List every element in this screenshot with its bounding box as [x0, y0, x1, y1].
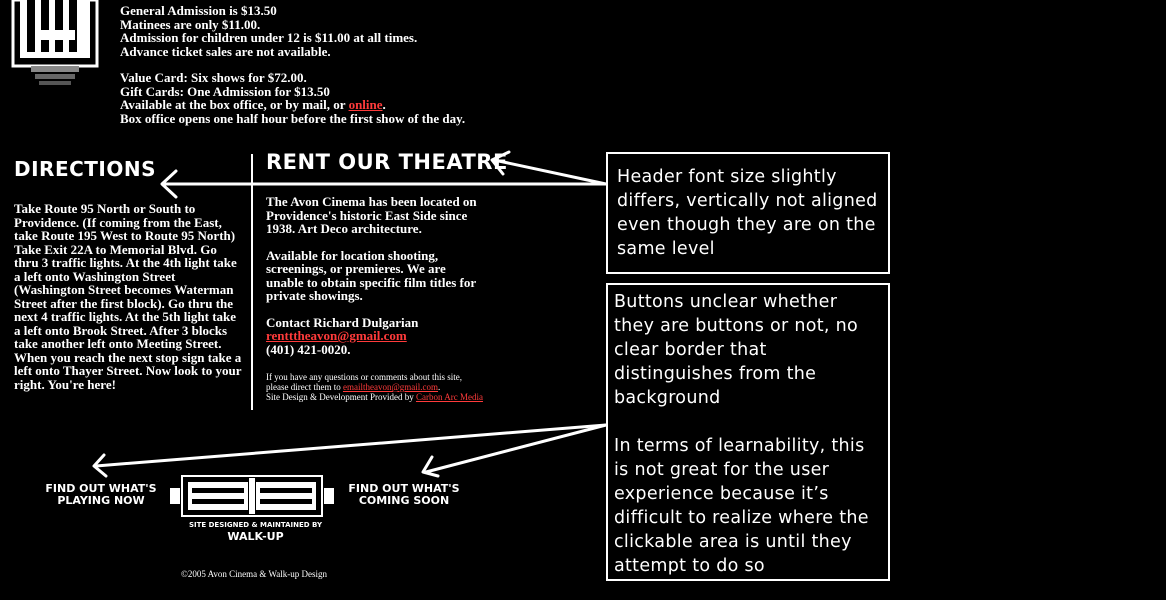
annotation-note-buttons: Buttons unclear whether they are buttons…: [606, 283, 890, 581]
annotation-note-headers: Header font size slightly differs, verti…: [606, 152, 890, 274]
annotation-note-buttons-p1: Buttons unclear whether they are buttons…: [614, 292, 859, 408]
arrow-to-rent: [492, 158, 608, 186]
annotation-note-buttons-p2: In terms of learnability, this is not gr…: [614, 436, 869, 576]
annotation-arrows: [92, 150, 608, 478]
